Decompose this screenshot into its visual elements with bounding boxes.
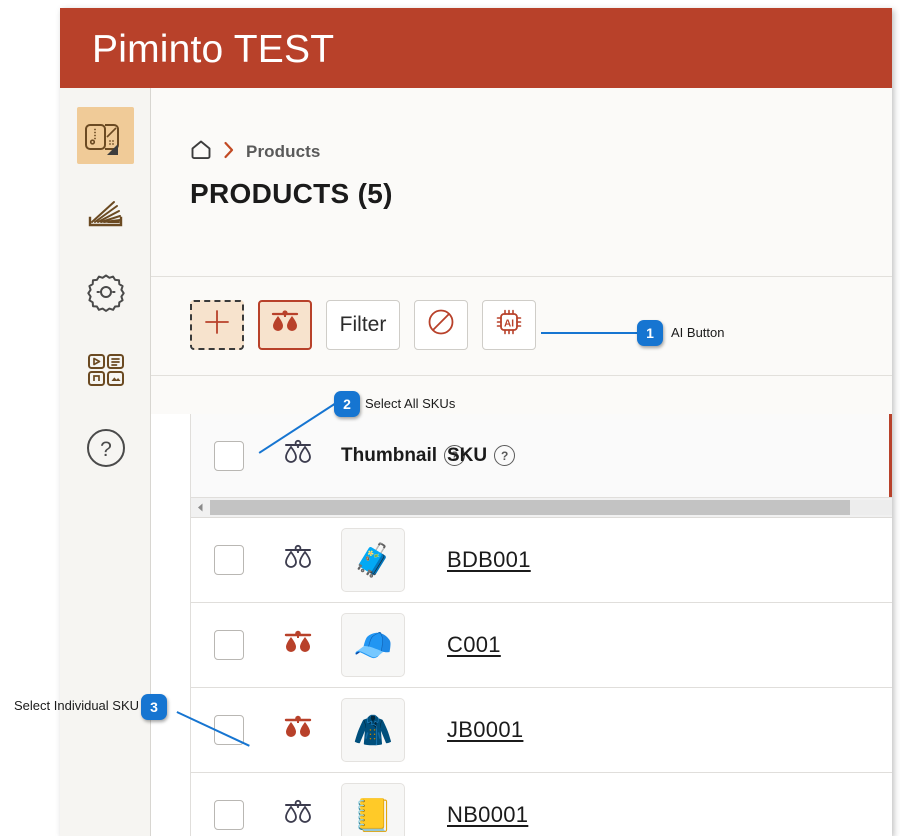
- sidebar-item-products[interactable]: [77, 107, 134, 164]
- row-sku-cell: JB0001: [447, 717, 597, 743]
- clear-filters-button[interactable]: [414, 300, 468, 350]
- sidebar-item-channels[interactable]: [77, 341, 134, 398]
- header-cut-column-marker: [889, 414, 892, 497]
- product-thumbnail[interactable]: 🧳: [341, 528, 405, 592]
- filter-button[interactable]: Filter: [326, 300, 400, 350]
- products-table-area: Thumbnail ? SKU ?: [151, 376, 892, 836]
- page-title: PRODUCTS (5): [190, 178, 393, 210]
- select-all-checkbox[interactable]: [214, 441, 244, 471]
- row-thumbnail-cell: 🧢: [329, 613, 447, 677]
- product-image-glyph: 🧳: [353, 541, 393, 579]
- sidebar-item-assets[interactable]: [77, 185, 134, 242]
- table-row[interactable]: 🧳 BDB001: [191, 518, 892, 603]
- header-thumbnail-label: Thumbnail: [341, 445, 437, 467]
- grid-panels-icon: [85, 349, 127, 391]
- row-select-cell: [191, 715, 267, 745]
- ai-chip-icon: AI: [493, 306, 525, 344]
- header-scale-cell: [267, 437, 329, 474]
- table-header-row: Thumbnail ? SKU ?: [191, 414, 892, 498]
- scale-filled-icon: [281, 712, 315, 749]
- row-scale-cell[interactable]: [267, 542, 329, 579]
- main-content: Products PRODUCTS (5): [151, 88, 892, 836]
- row-thumbnail-cell: 🧥: [329, 698, 447, 762]
- scale-icon: [281, 797, 315, 834]
- row-scale-cell[interactable]: [267, 627, 329, 664]
- row-scale-cell[interactable]: [267, 797, 329, 834]
- sidebar-item-settings[interactable]: [77, 263, 134, 320]
- table-row[interactable]: 🧥 JB0001: [191, 688, 892, 773]
- app-title: Piminto TEST: [92, 28, 334, 72]
- table-body: 🧳 BDB001 🧢 C001 🧥 JB0001 📒 NB0001: [191, 518, 892, 836]
- row-sku-cell: NB0001: [447, 802, 597, 828]
- home-icon[interactable]: [190, 139, 212, 165]
- plus-icon: [202, 307, 232, 343]
- row-select-cell: [191, 545, 267, 575]
- sku-help-icon[interactable]: ?: [494, 445, 515, 466]
- scroll-left-arrow-icon[interactable]: [191, 498, 210, 517]
- svg-text:?: ?: [100, 438, 112, 461]
- scale-icon: [281, 437, 315, 474]
- svg-text:AI: AI: [504, 319, 514, 330]
- product-image-glyph: 🧥: [353, 711, 393, 749]
- breadcrumb-separator: [223, 141, 235, 164]
- table-row[interactable]: 🧢 C001: [191, 603, 892, 688]
- scrollbar-track[interactable]: [210, 500, 892, 515]
- no-entry-icon: [426, 307, 456, 343]
- app-body: ? Products PRO: [60, 88, 892, 836]
- app-window: Piminto TEST: [60, 8, 892, 836]
- toolbar: Filter: [151, 277, 892, 375]
- header-select-all-cell: [191, 441, 267, 471]
- sku-link[interactable]: NB0001: [447, 802, 528, 828]
- row-thumbnail-cell: 📒: [329, 783, 447, 836]
- header-sku-label: SKU: [447, 445, 487, 467]
- add-product-button[interactable]: [190, 300, 244, 350]
- scrollbar-thumb[interactable]: [210, 500, 850, 515]
- row-checkbox[interactable]: [214, 545, 244, 575]
- scale-filled-icon: [269, 307, 301, 343]
- row-checkbox[interactable]: [214, 800, 244, 830]
- row-checkbox[interactable]: [214, 715, 244, 745]
- header-sku-cell: SKU ?: [447, 445, 597, 467]
- sku-link[interactable]: C001: [447, 632, 501, 658]
- row-sku-cell: BDB001: [447, 547, 597, 573]
- fan-book-icon: [84, 194, 128, 234]
- sidebar-rail: ?: [60, 88, 151, 836]
- product-thumbnail[interactable]: 🧥: [341, 698, 405, 762]
- question-circle-icon: ?: [84, 426, 128, 470]
- ai-button[interactable]: AI: [482, 300, 536, 350]
- breadcrumb: Products: [190, 140, 320, 164]
- scale-icon: [281, 542, 315, 579]
- product-image-glyph: 📒: [353, 796, 393, 834]
- sidebar-item-help[interactable]: ?: [77, 419, 134, 476]
- gear-icon: [85, 271, 127, 313]
- row-thumbnail-cell: 🧳: [329, 528, 447, 592]
- tags-icon: [84, 116, 128, 156]
- row-sku-cell: C001: [447, 632, 597, 658]
- row-select-cell: [191, 800, 267, 830]
- products-table: Thumbnail ? SKU ?: [190, 414, 892, 836]
- table-horizontal-scrollbar[interactable]: [191, 498, 892, 518]
- compare-button[interactable]: [258, 300, 312, 350]
- scale-filled-icon: [281, 627, 315, 664]
- app-titlebar: Piminto TEST: [60, 8, 892, 88]
- product-thumbnail[interactable]: 🧢: [341, 613, 405, 677]
- table-row[interactable]: 📒 NB0001: [191, 773, 892, 836]
- breadcrumb-current[interactable]: Products: [246, 142, 320, 162]
- table-top-spacer: [151, 376, 892, 414]
- header-thumbnail-cell: Thumbnail ?: [329, 445, 447, 467]
- row-select-cell: [191, 630, 267, 660]
- row-checkbox[interactable]: [214, 630, 244, 660]
- product-thumbnail[interactable]: 📒: [341, 783, 405, 836]
- product-image-glyph: 🧢: [353, 626, 393, 664]
- sku-link[interactable]: JB0001: [447, 717, 523, 743]
- row-scale-cell[interactable]: [267, 712, 329, 749]
- sku-link[interactable]: BDB001: [447, 547, 531, 573]
